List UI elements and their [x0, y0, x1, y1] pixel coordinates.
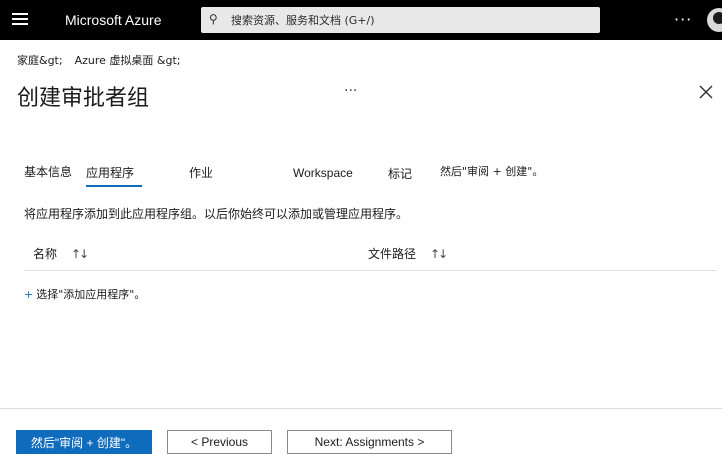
page-title: 创建审批者组	[17, 86, 150, 111]
tab-review-create[interactable]: 然后"审阅 + 创建"。	[440, 163, 543, 179]
avatar[interactable]	[707, 8, 722, 32]
column-header-name[interactable]: 名称 ↑↓	[33, 245, 89, 262]
tab-tags[interactable]: 标记	[388, 165, 412, 182]
more-options-icon[interactable]: ···	[674, 10, 692, 29]
section-description: 将应用程序添加到此应用程序组。以后你始终可以添加或管理应用程序。	[24, 207, 409, 221]
close-icon[interactable]	[696, 82, 716, 102]
search-placeholder: 搜索资源、服务和文档 (G+/)	[231, 14, 375, 27]
sort-icon[interactable]: ↑↓	[430, 247, 448, 261]
tab-basics[interactable]: 基本信息	[24, 163, 72, 180]
column-header-filepath-label: 文件路径	[368, 247, 417, 261]
next-button[interactable]: Next: Assignments >	[287, 430, 452, 454]
add-application-link[interactable]: + 选择"添加应用程序"。	[24, 286, 145, 302]
tab-workspace[interactable]: Workspace	[293, 166, 353, 180]
search-input[interactable]: ⚲ 搜索资源、服务和文档 (G+/)	[201, 7, 600, 33]
breadcrumb-home[interactable]: 家庭&gt;	[17, 54, 63, 67]
column-header-name-label: 名称	[33, 247, 58, 261]
tab-assignments[interactable]: 作业	[189, 164, 213, 181]
tab-applications[interactable]: 应用程序	[86, 164, 143, 187]
sort-icon[interactable]: ↑↓	[71, 247, 89, 261]
review-create-button[interactable]: 然后"审阅 + 创建"。	[16, 430, 152, 454]
menu-icon[interactable]	[12, 13, 28, 26]
breadcrumb: 家庭&gt; Azure 虚拟桌面 &gt;	[17, 52, 181, 68]
add-application-label: 选择"添加应用程序"。	[36, 288, 146, 301]
footer-divider	[0, 408, 722, 409]
top-bar: Microsoft Azure ⚲ 搜索资源、服务和文档 (G+/) ···	[0, 0, 722, 40]
previous-button[interactable]: < Previous	[167, 430, 272, 454]
table-divider	[24, 270, 717, 271]
page-more-icon[interactable]: ···	[344, 83, 357, 99]
column-header-filepath[interactable]: 文件路径 ↑↓	[368, 245, 448, 262]
search-icon: ⚲	[209, 12, 218, 26]
brand-title[interactable]: Microsoft Azure	[65, 12, 161, 28]
plus-icon: +	[24, 288, 34, 301]
breadcrumb-avd[interactable]: Azure 虚拟桌面 &gt;	[75, 54, 181, 67]
